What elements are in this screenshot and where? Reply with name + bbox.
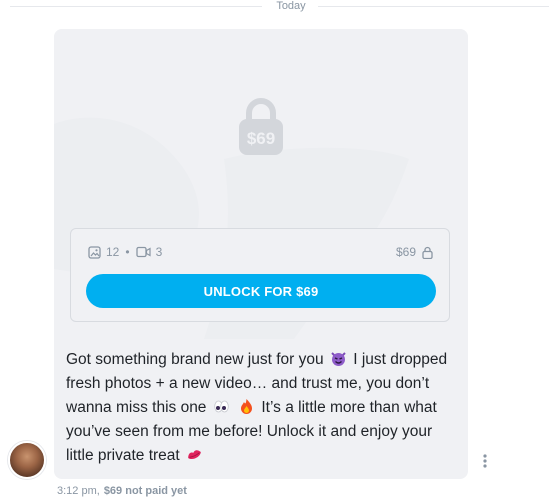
devil-emoji-icon xyxy=(331,352,346,366)
date-separator: Today xyxy=(0,0,549,14)
lips-emoji-icon xyxy=(188,450,201,460)
unlock-panel: 12 • 3 $69 UNLOCK FOR $69 xyxy=(70,228,450,322)
lock-icon: $69 xyxy=(239,98,283,155)
stats-separator: • xyxy=(125,245,130,259)
video-count: 3 xyxy=(155,245,163,259)
fire-emoji-icon xyxy=(241,399,253,414)
more-options-icon[interactable] xyxy=(481,452,489,470)
message-text-part-1: Got something brand new just for you xyxy=(66,351,324,368)
message-bubble: $69 12 • 3 $69 UNLOCK FOR $69 Got someth… xyxy=(54,29,468,479)
sender-avatar[interactable] xyxy=(8,441,46,479)
media-stats: 12 • 3 xyxy=(88,243,162,261)
image-icon xyxy=(88,245,101,259)
price-indicator: $69 xyxy=(396,243,433,261)
unlock-button[interactable]: UNLOCK FOR $69 xyxy=(86,274,436,308)
payment-status: $69 not paid yet xyxy=(103,485,187,497)
photo-count: 12 xyxy=(106,245,120,259)
price-label: $69 xyxy=(395,245,416,259)
eyes-emoji-icon xyxy=(214,400,229,413)
lock-price-label: $69 xyxy=(247,129,275,148)
locked-media-preview[interactable]: $69 12 • 3 $69 UNLOCK FOR $69 xyxy=(54,29,468,339)
message-text: Got something brand new just for you I j… xyxy=(66,348,456,468)
message-meta: 3:12 pm, $69 not paid yet xyxy=(57,485,187,497)
small-lock-icon xyxy=(422,246,433,259)
message-time: 3:12 pm, xyxy=(57,485,100,497)
date-separator-label: Today xyxy=(276,0,306,12)
separator-line-right xyxy=(318,6,549,7)
separator-line-left xyxy=(10,6,262,7)
video-icon xyxy=(135,246,151,258)
